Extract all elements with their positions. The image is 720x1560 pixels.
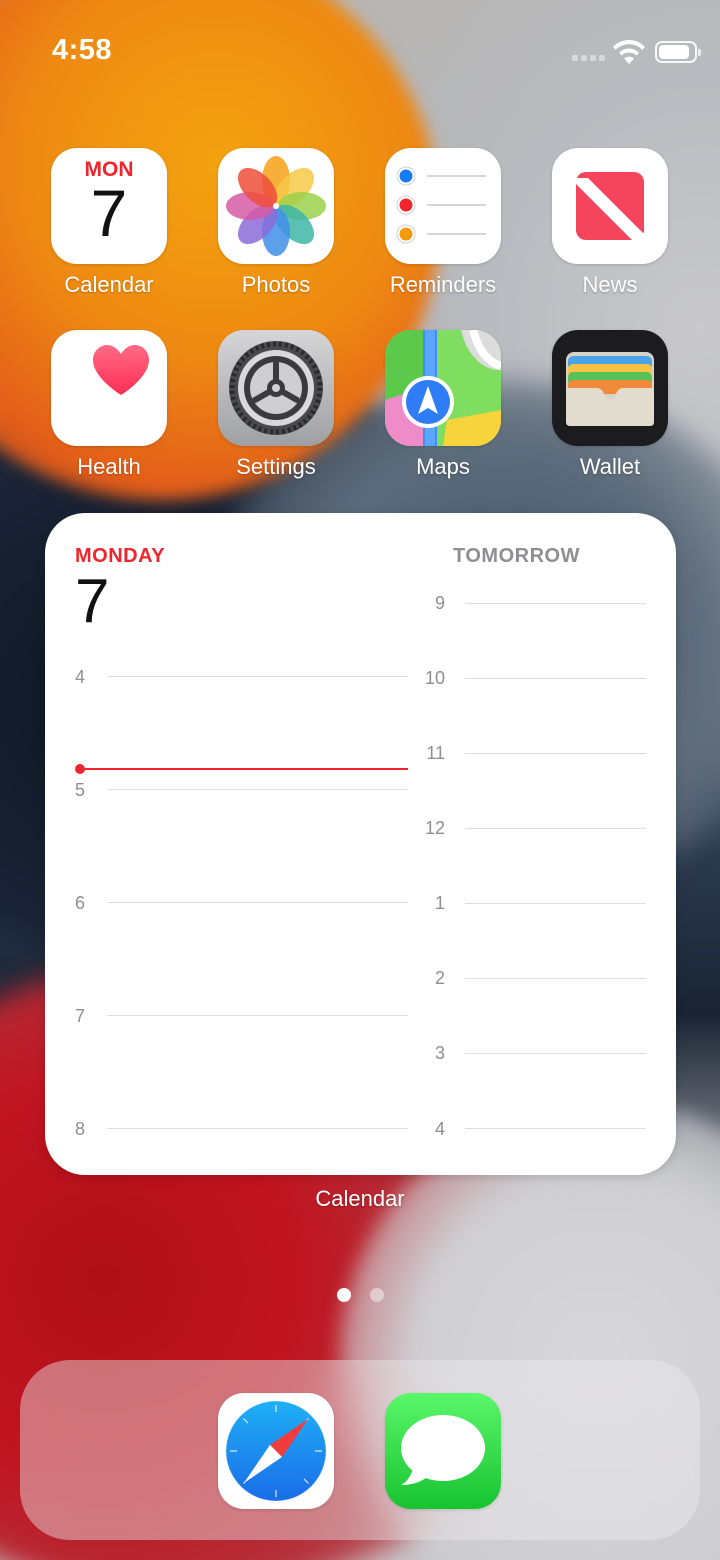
- tomorrow-hour-line: [465, 828, 646, 829]
- tomorrow-hour-line: [465, 678, 646, 679]
- photos-icon: [218, 148, 334, 264]
- page-indicator[interactable]: [0, 1288, 720, 1302]
- messages-icon: [385, 1393, 501, 1509]
- dock-app-safari[interactable]: [206, 1393, 346, 1509]
- health-icon: [51, 330, 167, 446]
- app-news[interactable]: News: [540, 148, 680, 298]
- app-maps[interactable]: Maps: [373, 330, 513, 480]
- app-wallet[interactable]: Wallet: [540, 330, 680, 480]
- current-time-dot: [75, 764, 85, 774]
- tomorrow-hour-line: [465, 1053, 646, 1054]
- settings-icon: [218, 330, 334, 446]
- app-label: Photos: [241, 272, 311, 297]
- dock-app-messages[interactable]: [373, 1393, 513, 1509]
- app-settings[interactable]: Settings: [206, 330, 346, 480]
- dock: [20, 1360, 700, 1540]
- tomorrow-hour-label: 4: [434, 1119, 445, 1139]
- battery-level: [659, 45, 690, 59]
- tomorrow-hour-label: 12: [424, 818, 445, 838]
- today-hour-label: 4: [75, 667, 86, 687]
- app-label: Settings: [236, 454, 316, 479]
- today-hour-line: [107, 789, 408, 790]
- tomorrow-hour-label: 10: [424, 668, 445, 688]
- today-hour-label: 6: [75, 893, 86, 913]
- tomorrow-hour-line: [465, 753, 646, 754]
- app-calendar[interactable]: MON 7 Calendar: [39, 148, 179, 298]
- status-time: 4:58: [52, 34, 113, 66]
- status-bar: 4:58: [0, 0, 720, 100]
- today-hour-line: [107, 1015, 408, 1016]
- current-time-line: [79, 768, 408, 770]
- today-hour-line: [107, 676, 408, 677]
- tomorrow-hour-label: 3: [434, 1043, 445, 1063]
- app-label: News: [582, 272, 638, 297]
- app-label: Calendar: [64, 272, 154, 297]
- tomorrow-hour-label: 9: [434, 593, 445, 613]
- tomorrow-hour-line: [465, 978, 646, 979]
- tomorrow-hour-label: 11: [426, 743, 445, 763]
- app-label: Reminders: [389, 272, 497, 297]
- widget-today-label: MONDAY: [75, 545, 166, 567]
- app-reminders[interactable]: Reminders: [373, 148, 513, 298]
- app-photos[interactable]: Photos: [206, 148, 346, 298]
- battery-icon: [655, 41, 701, 63]
- today-hour-line: [107, 902, 408, 903]
- app-label: Wallet: [579, 454, 641, 479]
- app-label: Health: [77, 454, 141, 479]
- wifi-icon: [613, 40, 645, 64]
- calendar-icon-date: 7: [90, 176, 128, 250]
- today-hour-label: 7: [75, 1006, 86, 1026]
- news-icon: [552, 148, 668, 264]
- reminders-icon: [385, 148, 501, 264]
- app-health[interactable]: Health: [39, 330, 179, 480]
- today-hour-line: [107, 1128, 408, 1129]
- cellular-signal-icon: [572, 55, 605, 61]
- widget-today-date: 7: [75, 567, 110, 636]
- today-hour-label: 8: [75, 1119, 86, 1139]
- page-dot-2[interactable]: [369, 1288, 384, 1302]
- widget-tomorrow-label: TOMORROW: [453, 545, 580, 567]
- tomorrow-hour-label: 1: [434, 893, 445, 913]
- page-dot-1[interactable]: [336, 1288, 351, 1302]
- today-hour-label: 5: [75, 780, 86, 800]
- wallet-icon: [552, 330, 668, 446]
- maps-icon: [385, 330, 501, 446]
- tomorrow-hour-label: 2: [434, 968, 445, 988]
- calendar-icon: MON 7: [51, 148, 167, 264]
- widget-caption: Calendar: [315, 1186, 405, 1211]
- safari-icon: [218, 1393, 334, 1509]
- app-label: Maps: [416, 454, 470, 479]
- tomorrow-hour-line: [465, 903, 646, 904]
- calendar-widget[interactable]: MONDAY 7 TOMORROW 4 5 6 7 8 9 10 11 12 1…: [45, 513, 676, 1175]
- tomorrow-hour-line: [465, 603, 646, 604]
- tomorrow-hour-line: [465, 1128, 646, 1129]
